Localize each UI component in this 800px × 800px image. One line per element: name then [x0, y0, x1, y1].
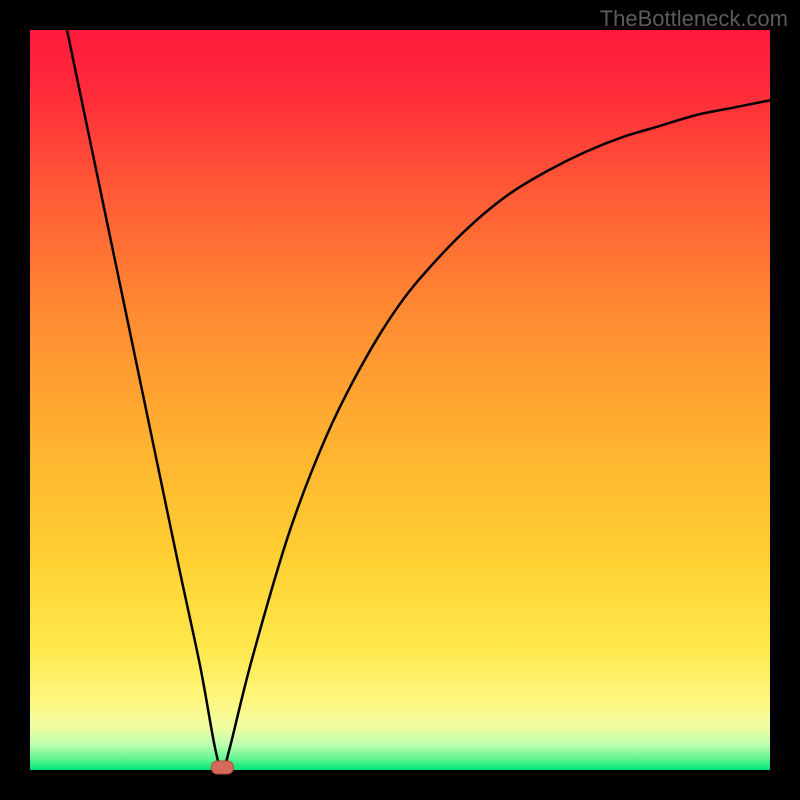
min-marker [211, 761, 233, 774]
bottleneck-chart: TheBottleneck.com [0, 0, 800, 800]
watermark-text: TheBottleneck.com [600, 6, 788, 32]
chart-svg [0, 0, 800, 800]
plot-area [30, 30, 770, 770]
